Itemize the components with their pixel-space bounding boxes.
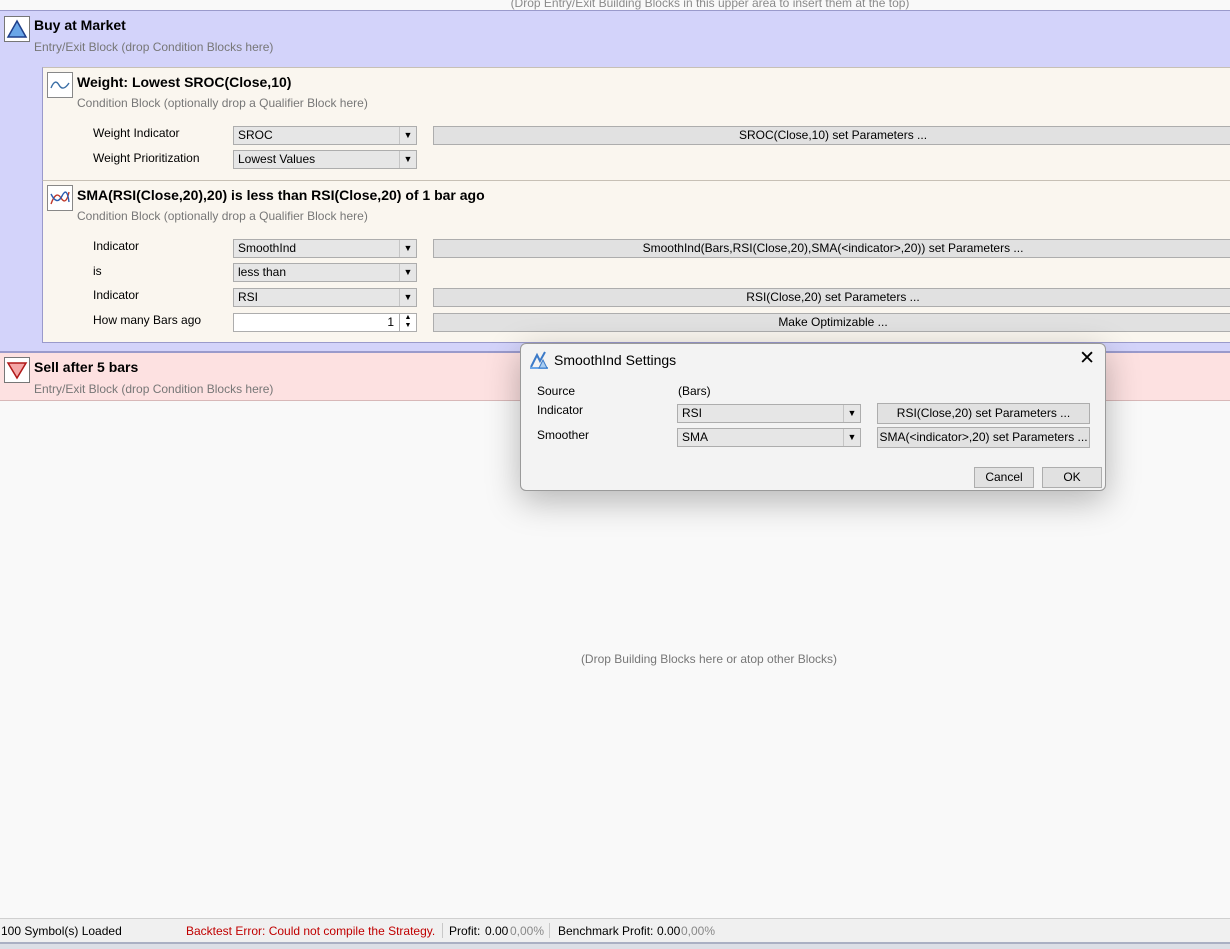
weight-prioritization-label: Weight Prioritization <box>93 151 200 165</box>
cancel-button[interactable]: Cancel <box>974 467 1034 488</box>
source-label: Source <box>537 384 576 398</box>
make-optimizable-button[interactable]: Make Optimizable ... <box>433 313 1230 332</box>
app-icon <box>528 349 550 374</box>
crossing-lines-icon <box>47 185 73 211</box>
triangle-down-icon <box>4 357 30 383</box>
chevron-down-icon: ▼ <box>399 151 416 168</box>
drop-hint: (Drop Building Blocks here or atop other… <box>580 652 838 666</box>
weight-block-subtitle: Condition Block (optionally drop a Quali… <box>77 96 368 110</box>
comparison-label: is <box>93 264 102 278</box>
source-value: (Bars) <box>678 384 711 398</box>
indicator-1-select[interactable]: SmoothInd ▼ <box>233 239 417 258</box>
sell-block-title: Sell after 5 bars <box>34 359 139 375</box>
indicator-2-parameters-button[interactable]: RSI(Close,20) set Parameters ... <box>433 288 1230 307</box>
indicator-1-parameters-button[interactable]: SmoothInd(Bars,RSI(Close,20),SMA(<indica… <box>433 239 1230 258</box>
sell-block-subtitle: Entry/Exit Block (drop Condition Blocks … <box>34 382 274 396</box>
weight-indicator-select[interactable]: SROC ▼ <box>233 126 417 145</box>
backtest-error-status: Backtest Error: Could not compile the St… <box>186 924 436 938</box>
status-bar: 100 Symbol(s) Loaded Backtest Error: Cou… <box>0 918 1230 942</box>
comparison-select[interactable]: less than ▼ <box>233 263 417 282</box>
dialog-indicator-select[interactable]: RSI ▼ <box>677 404 861 423</box>
chevron-up-icon[interactable]: ▲ <box>400 314 416 322</box>
benchmark-profit-value: 0.00 <box>657 924 681 938</box>
chevron-down-icon[interactable]: ▼ <box>400 322 416 330</box>
indicator-2-label: Indicator <box>93 288 140 302</box>
top-drop-hint: (Drop Entry/Exit Building Blocks in this… <box>510 0 910 10</box>
status-divider <box>442 923 443 938</box>
profit-label: Profit: <box>449 924 481 938</box>
buy-block[interactable]: Buy at Market Entry/Exit Block (drop Con… <box>0 10 1230 353</box>
indicator-2-select[interactable]: RSI ▼ <box>233 288 417 307</box>
profit-value: 0.00 <box>485 924 509 938</box>
indicator-1-label: Indicator <box>93 239 140 253</box>
status-divider <box>549 923 550 938</box>
triangle-up-icon <box>4 16 30 42</box>
sma-condition-block[interactable]: SMA(RSI(Close,20),20) is less than RSI(C… <box>42 180 1230 343</box>
weight-condition-block[interactable]: Weight: Lowest SROC(Close,10) Condition … <box>42 67 1230 180</box>
benchmark-profit-label: Benchmark Profit: <box>558 924 654 938</box>
weight-indicator-label: Weight Indicator <box>93 126 180 140</box>
weight-prioritization-select[interactable]: Lowest Values ▼ <box>233 150 417 169</box>
chevron-down-icon: ▼ <box>843 429 860 446</box>
bars-ago-stepper[interactable]: 1 ▲ ▼ <box>233 313 417 332</box>
smoothind-settings-dialog[interactable]: SmoothInd Settings ✕ Source (Bars) Indic… <box>520 343 1106 491</box>
dialog-indicator-parameters-button[interactable]: RSI(Close,20) set Parameters ... <box>877 403 1090 424</box>
window-bottom-edge <box>0 942 1230 949</box>
weight-indicator-parameters-button[interactable]: SROC(Close,10) set Parameters ... <box>433 126 1230 145</box>
smoother-parameters-button[interactable]: SMA(<indicator>,20) set Parameters ... <box>877 427 1090 448</box>
chevron-down-icon: ▼ <box>399 240 416 257</box>
chevron-down-icon: ▼ <box>399 264 416 281</box>
smoother-label: Smoother <box>537 428 590 442</box>
dialog-indicator-label: Indicator <box>537 403 584 417</box>
chevron-down-icon: ▼ <box>399 127 416 144</box>
bars-ago-label: How many Bars ago <box>93 313 202 327</box>
ok-button[interactable]: OK <box>1042 467 1102 488</box>
sma-block-subtitle: Condition Block (optionally drop a Quali… <box>77 209 368 223</box>
profit-percent: 0,00% <box>510 924 545 938</box>
chevron-down-icon: ▼ <box>399 289 416 306</box>
buy-block-title: Buy at Market <box>34 17 126 33</box>
symbols-loaded-status: 100 Symbol(s) Loaded <box>1 924 122 938</box>
chevron-down-icon: ▼ <box>843 405 860 422</box>
sma-block-title: SMA(RSI(Close,20),20) is less than RSI(C… <box>77 187 485 203</box>
buy-block-subtitle: Entry/Exit Block (drop Condition Blocks … <box>34 40 274 54</box>
close-icon[interactable]: ✕ <box>1079 349 1095 369</box>
weight-block-title: Weight: Lowest SROC(Close,10) <box>77 74 292 90</box>
wave-icon <box>47 72 73 98</box>
dialog-titlebar[interactable]: SmoothInd Settings ✕ <box>521 344 1105 376</box>
benchmark-profit-percent: 0,00% <box>681 924 716 938</box>
smoother-select[interactable]: SMA ▼ <box>677 428 861 447</box>
dialog-title: SmoothInd Settings <box>554 352 677 368</box>
